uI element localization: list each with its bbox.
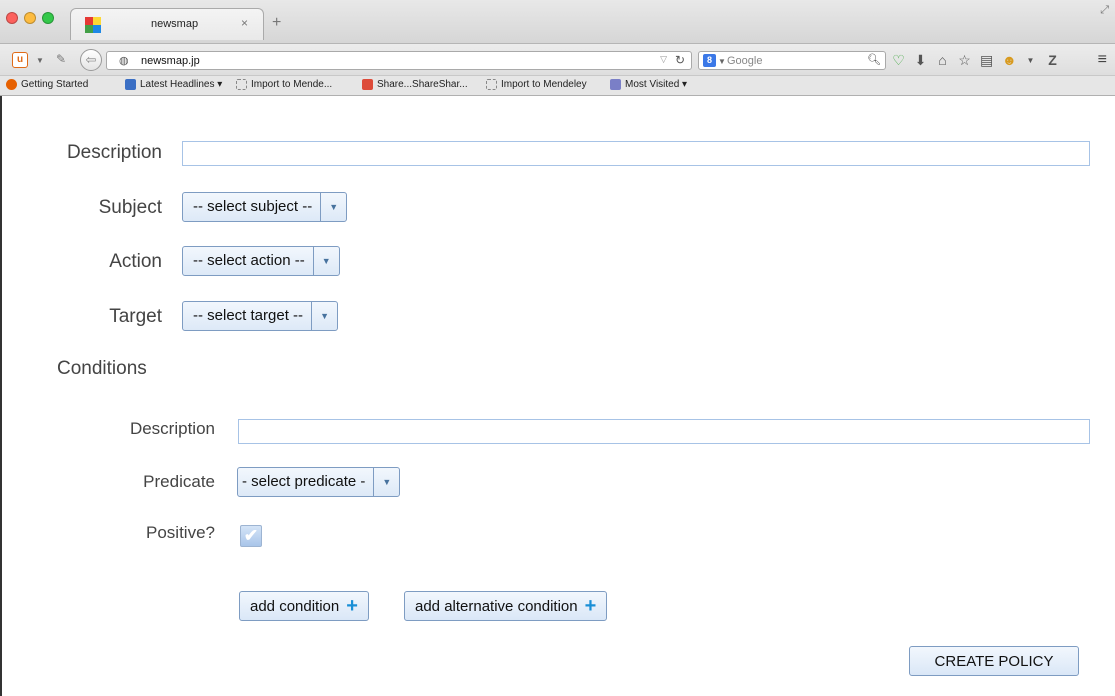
bookmark-label: Import to Mendeley bbox=[501, 79, 587, 90]
chevron-down-icon[interactable]: ▼ bbox=[312, 247, 339, 275]
bookmark-label: Import to Mende... bbox=[251, 79, 333, 90]
bookmark-icon bbox=[486, 79, 497, 90]
predicate-select[interactable]: - select predicate - ▼ bbox=[237, 467, 401, 497]
back-button[interactable]: ⇦ bbox=[80, 49, 102, 71]
action-label: Action bbox=[109, 251, 162, 272]
chevron-down-icon[interactable]: ▼ bbox=[36, 56, 44, 65]
chevron-down-icon[interactable]: ▼ bbox=[311, 302, 337, 330]
action-select[interactable]: -- select action -- ▼ bbox=[182, 246, 340, 276]
reload-icon[interactable]: ↻ bbox=[675, 53, 685, 67]
search-input[interactable]: Google bbox=[727, 55, 762, 67]
heart-icon[interactable]: ♡ bbox=[892, 52, 905, 69]
zotero-icon[interactable]: Z bbox=[1046, 52, 1059, 68]
bookmark-icon bbox=[236, 79, 247, 90]
bookmark-latest-headlines[interactable]: Latest Headlines ▾ bbox=[125, 79, 222, 90]
chevron-down-icon[interactable]: ▼ bbox=[718, 57, 726, 66]
rss-icon bbox=[125, 79, 136, 90]
condition-description-input[interactable] bbox=[238, 419, 1090, 444]
download-icon[interactable]: ⬇ bbox=[914, 52, 927, 69]
search-bar[interactable]: 8 ▼ Google 🔍︎ bbox=[698, 51, 886, 70]
predicate-label: Predicate bbox=[143, 472, 215, 491]
target-select-value: -- select target -- bbox=[193, 307, 304, 324]
checkmark-icon: ✔ bbox=[243, 526, 259, 545]
home-icon[interactable]: ⌂ bbox=[936, 52, 949, 68]
bookmark-label: Most Visited ▾ bbox=[625, 79, 688, 90]
conditions-heading: Conditions bbox=[57, 358, 147, 379]
tab-title: newsmap bbox=[151, 18, 199, 30]
subject-select-value: -- select subject -- bbox=[193, 198, 313, 215]
bookmarks-toolbar: Getting Started Latest Headlines ▾ Impor… bbox=[0, 76, 1115, 96]
url-bar[interactable]: ◍ newsmap.jp ▽ ↻ bbox=[106, 51, 692, 70]
google-plus-icon bbox=[362, 79, 373, 90]
plus-icon: + bbox=[346, 595, 358, 617]
reading-list-icon[interactable]: ▤ bbox=[980, 52, 993, 69]
action-select-value: -- select action -- bbox=[193, 252, 305, 269]
bookmark-most-visited[interactable]: Most Visited ▾ bbox=[610, 79, 687, 90]
condition-description-label: Description bbox=[129, 419, 215, 438]
chevron-down-icon[interactable]: ▼ bbox=[1024, 56, 1037, 65]
bookmark-label: Getting Started bbox=[21, 79, 89, 90]
chevron-down-icon[interactable]: ▼ bbox=[320, 193, 346, 221]
target-label: Target bbox=[109, 306, 162, 327]
subject-select[interactable]: -- select subject -- ▼ bbox=[182, 192, 348, 222]
bookmark-label: Latest Headlines ▾ bbox=[140, 79, 223, 90]
browser-tab[interactable]: newsmap × bbox=[70, 8, 264, 40]
new-tab-icon[interactable]: + bbox=[272, 15, 281, 31]
predicate-select-value: - select predicate - bbox=[242, 473, 366, 490]
add-alternative-condition-label: add alternative condition bbox=[415, 597, 578, 615]
search-icon[interactable]: 🔍︎ bbox=[867, 53, 881, 66]
navigation-toolbar: u ▼ ✎ ⇦ ◍ newsmap.jp ▽ ↻ 8 ▼ Google 🔍︎ ♡… bbox=[0, 44, 1115, 76]
search-engine-icon[interactable]: 8 bbox=[703, 54, 716, 67]
url-input[interactable]: newsmap.jp bbox=[141, 55, 200, 67]
bookmark-star-icon[interactable]: ☆ bbox=[958, 52, 971, 69]
plus-icon: + bbox=[584, 595, 597, 617]
fullscreen-icon[interactable]: ⤢ bbox=[1100, 4, 1109, 17]
target-select[interactable]: -- select target -- ▼ bbox=[182, 301, 339, 331]
subject-label: Subject bbox=[98, 197, 162, 218]
url-dropdown-icon[interactable]: ▽ bbox=[660, 54, 667, 65]
hamburger-menu-icon[interactable]: ≡ bbox=[1098, 51, 1107, 69]
positive-label: Positive? bbox=[146, 523, 215, 542]
add-alternative-condition-button[interactable]: add alternative condition + bbox=[404, 591, 608, 621]
positive-checkbox[interactable]: ✔ bbox=[240, 525, 262, 547]
tab-close-icon[interactable]: × bbox=[241, 16, 248, 30]
bookmark-import-mendeley-2[interactable]: Import to Mendeley bbox=[486, 79, 587, 90]
extension-icon[interactable]: ✎ bbox=[56, 52, 66, 66]
toolbar-icons: ♡ ⬇ ⌂ ☆ ▤ ☻ ▼ Z bbox=[892, 50, 1059, 70]
window-titlebar: newsmap × + ⤢ bbox=[0, 0, 1115, 44]
close-window-icon[interactable] bbox=[6, 12, 18, 24]
create-policy-button[interactable]: CREATE POLICY bbox=[909, 646, 1079, 676]
policy-form-page: Description Subject -- select subject --… bbox=[0, 96, 1115, 696]
add-condition-button[interactable]: add condition + bbox=[239, 591, 369, 621]
bookmark-getting-started[interactable]: Getting Started bbox=[6, 79, 88, 90]
addon-u-icon[interactable]: u bbox=[12, 52, 28, 68]
folder-icon bbox=[610, 79, 621, 90]
bookmark-share[interactable]: Share...ShareShar... bbox=[362, 79, 468, 90]
newsmap-favicon-icon bbox=[85, 17, 101, 33]
add-condition-label: add condition bbox=[250, 597, 340, 615]
description-label: Description bbox=[66, 142, 162, 163]
zoom-window-icon[interactable] bbox=[42, 12, 54, 24]
firefox-icon bbox=[6, 79, 17, 90]
description-input[interactable] bbox=[182, 141, 1090, 166]
minimize-window-icon[interactable] bbox=[24, 12, 36, 24]
chevron-down-icon[interactable]: ▼ bbox=[373, 468, 399, 496]
bookmark-import-mendeley-1[interactable]: Import to Mende... bbox=[236, 79, 332, 90]
addon-face-icon[interactable]: ☻ bbox=[1002, 52, 1017, 68]
site-identity-icon[interactable]: ◍ bbox=[119, 54, 129, 67]
bookmark-label: Share...ShareShar... bbox=[377, 79, 468, 90]
